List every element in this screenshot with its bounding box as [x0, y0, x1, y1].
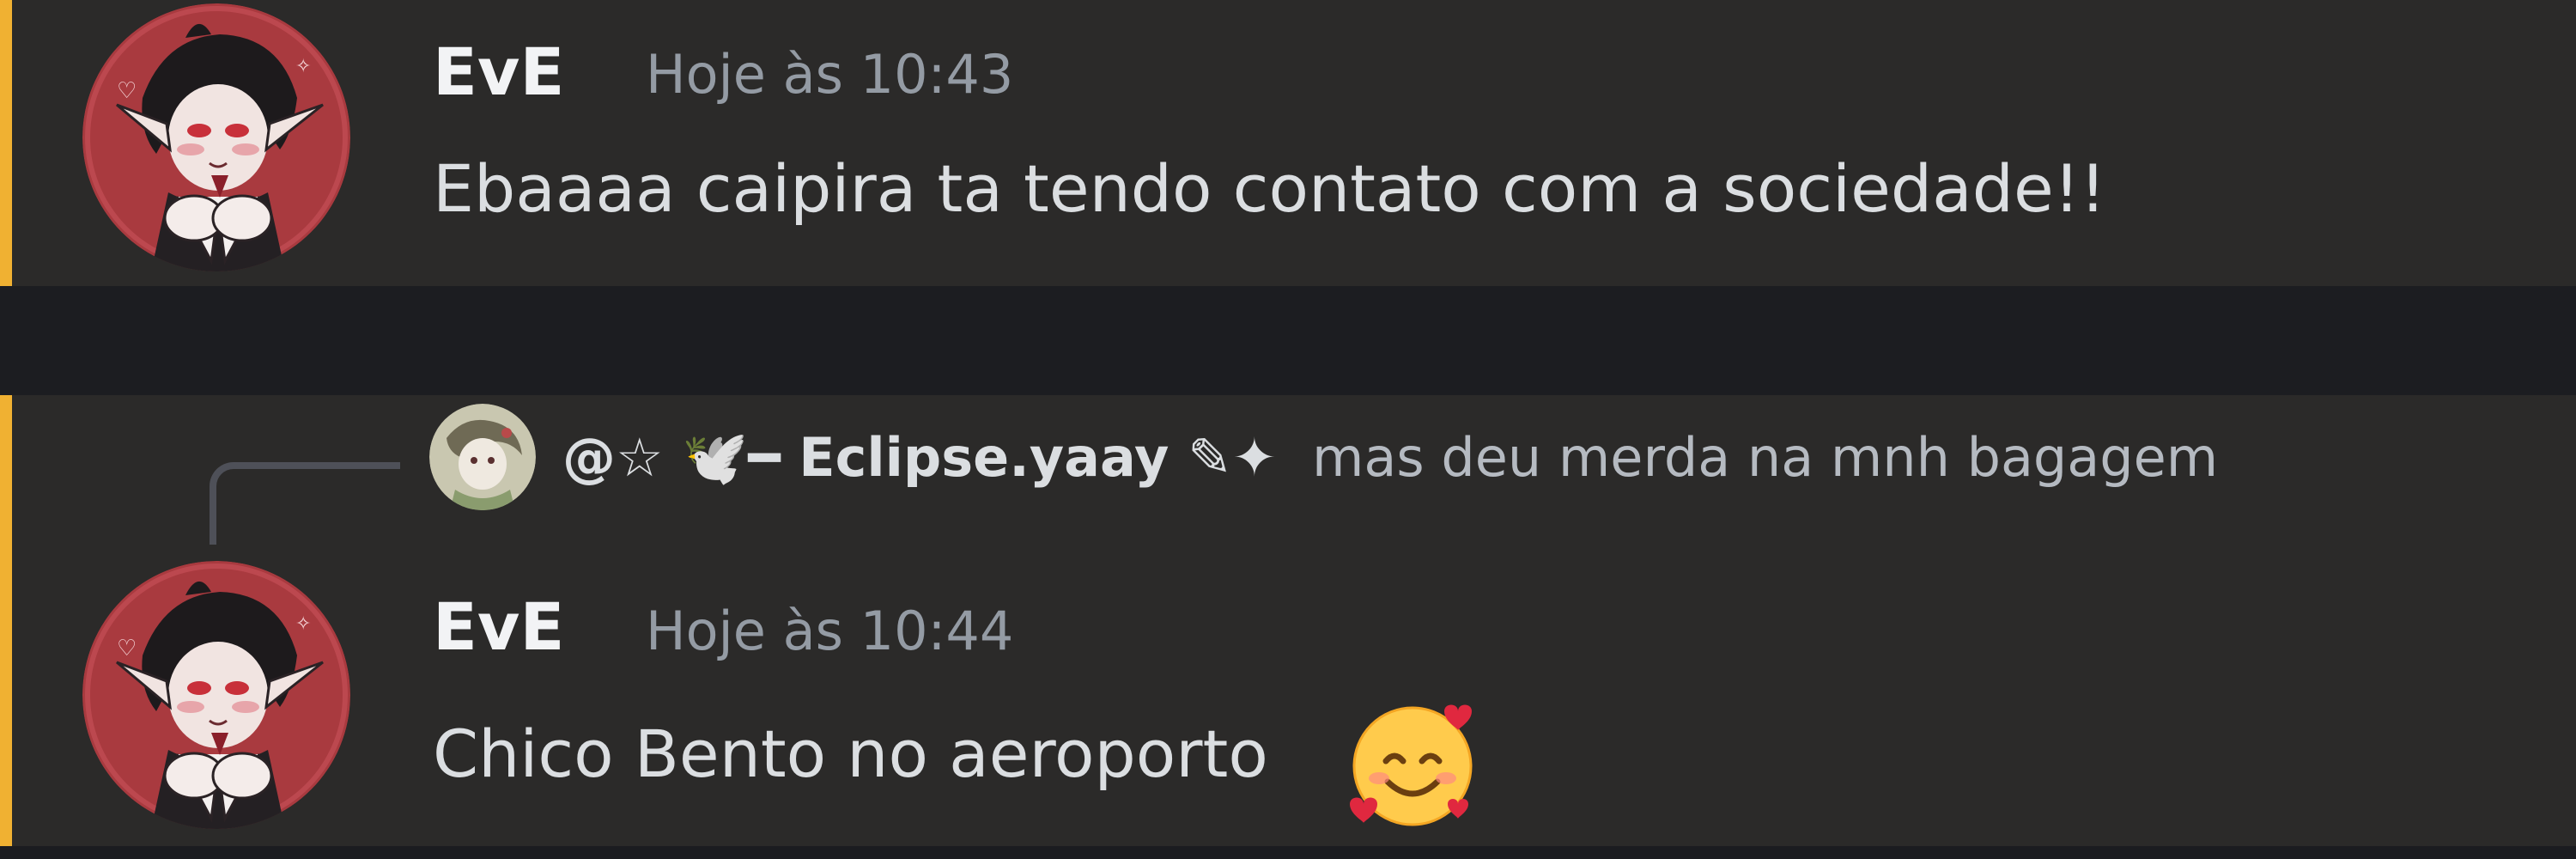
- user-avatar[interactable]: ♡ ✧: [82, 3, 350, 271]
- mention-highlight-bar: [0, 0, 12, 286]
- message-content: Chico Bento no aeroporto: [433, 716, 1268, 792]
- vampire-character-avatar-icon: ♡ ✧: [82, 561, 350, 829]
- reply-user-avatar[interactable]: [429, 404, 536, 510]
- reply-content[interactable]: mas deu merda na mnh bagagem: [1312, 431, 2218, 484]
- mention-highlight-bar: [0, 395, 12, 846]
- smiling-face-with-hearts-emoji-icon: [1350, 704, 1473, 826]
- svg-text:✧: ✧: [295, 613, 311, 635]
- message-separator: [0, 286, 2576, 395]
- reply-author[interactable]: @☆ 🕊️━ Eclipse.yaay ✎✦: [562, 431, 1277, 484]
- svg-text:♡: ♡: [117, 636, 137, 661]
- message-timestamp: Hoje às 10:44: [646, 600, 1014, 662]
- message-author[interactable]: EvE: [433, 40, 564, 105]
- message-content: Ebaaaa caipira ta tendo contato com a so…: [433, 150, 2106, 227]
- message-author[interactable]: EvE: [433, 594, 564, 660]
- reply-user-avatar-icon: [429, 404, 536, 510]
- message-timestamp: Hoje às 10:43: [646, 43, 1014, 106]
- svg-text:✧: ✧: [295, 56, 311, 77]
- user-avatar[interactable]: ♡ ✧: [82, 561, 350, 829]
- svg-text:♡: ♡: [117, 78, 137, 104]
- message-1[interactable]: ♡ ✧ EvE Hoje às 10:43 Ebaaaa caipira ta …: [0, 0, 2576, 286]
- vampire-character-avatar-icon: ♡ ✧: [82, 3, 350, 271]
- message-2[interactable]: @☆ 🕊️━ Eclipse.yaay ✎✦ mas deu merda na …: [0, 395, 2576, 846]
- reply-connector-line: [210, 462, 400, 545]
